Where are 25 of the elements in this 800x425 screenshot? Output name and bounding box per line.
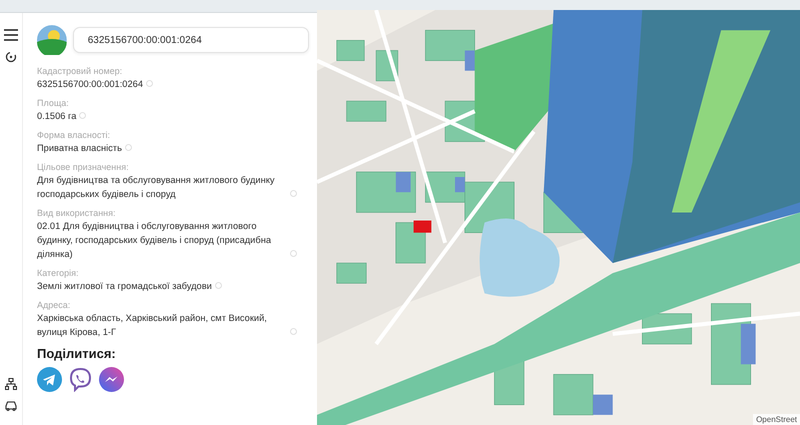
field-label: Площа:	[37, 97, 70, 109]
field-label: Категорія:	[37, 267, 80, 279]
field-value: 0.1506 га	[37, 110, 76, 123]
messenger-icon[interactable]	[99, 367, 124, 392]
field-label: Вид використання:	[37, 207, 117, 219]
share-heading: Поділитися:	[37, 346, 117, 361]
field-value: Землі житлової та громадської забудови	[37, 280, 212, 293]
search-field[interactable]: 6325156700:00:001:0264	[72, 27, 309, 53]
field-label: Цільове призначення:	[37, 161, 130, 173]
map-attribution[interactable]: OpenStreet	[753, 414, 800, 425]
field-value: 6325156700:00:001:0264	[37, 78, 143, 91]
field-value: Харківська область, Харківський район, смт Високий, вулиця Кірова, 1-Г	[37, 312, 268, 339]
field-value: Приватна власність	[37, 142, 122, 155]
viber-icon[interactable]	[68, 367, 93, 392]
refresh-icon[interactable]	[5, 51, 17, 63]
menu-icon[interactable]	[4, 29, 18, 41]
field-label: Адреса:	[37, 299, 72, 311]
field-value: Для будівництва та обслуговування житлового будинку господарських будівель і споруд	[37, 174, 276, 201]
network-icon[interactable]	[5, 378, 17, 390]
field-value: 02.01 Для будівництва і обслуговування житлового будинку, господарських будівель і споруд (присадибна ділянка)	[37, 220, 272, 261]
logo-icon	[37, 25, 67, 55]
field-label: Форма власності:	[37, 129, 111, 141]
telegram-icon[interactable]	[37, 367, 62, 392]
car-icon[interactable]	[5, 400, 17, 411]
field-label: Кадастровий номер:	[37, 65, 124, 77]
